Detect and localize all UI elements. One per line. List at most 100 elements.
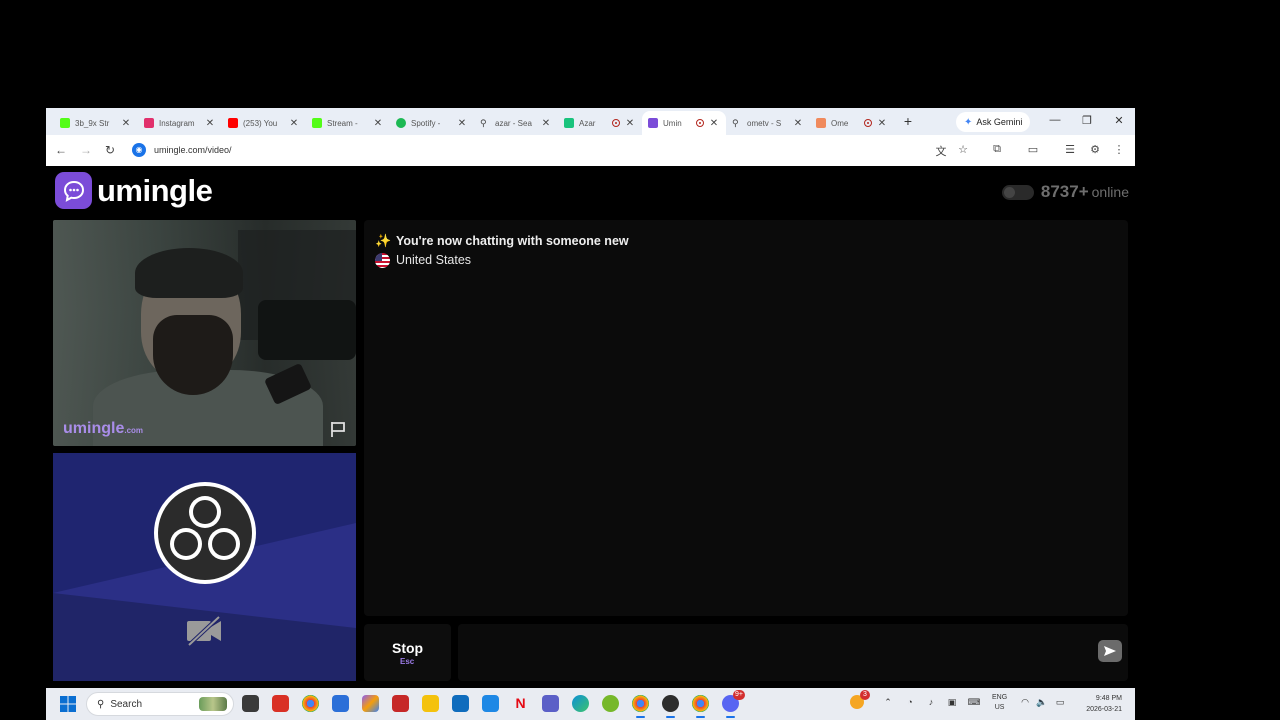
outlook-icon[interactable] bbox=[452, 695, 469, 712]
volume-icon[interactable]: 🔈 bbox=[1035, 697, 1049, 708]
teams-icon[interactable] bbox=[542, 695, 559, 712]
partner-country: United States bbox=[396, 253, 472, 267]
edge-icon[interactable] bbox=[572, 695, 589, 712]
close-icon[interactable]: ✕ bbox=[624, 118, 636, 129]
translate-icon[interactable]: 文 bbox=[934, 143, 948, 159]
gemini-sparkle-icon: ✦ bbox=[964, 116, 973, 128]
language-indicator[interactable]: ENG US bbox=[992, 693, 1007, 713]
address-bar[interactable]: ◉ umingle.com/video/ bbox=[128, 139, 928, 161]
new-tab-button[interactable]: + bbox=[900, 113, 916, 129]
microphone-icon[interactable]: ♪ bbox=[924, 697, 938, 707]
site-info-icon[interactable]: ◉ bbox=[132, 143, 146, 157]
utorrent-icon[interactable] bbox=[602, 695, 619, 712]
tab-8[interactable]: ⚲ ometv - S ✕ bbox=[726, 111, 810, 135]
camera-off-icon bbox=[187, 615, 221, 647]
tab-1[interactable]: Instagram ✕ bbox=[138, 111, 222, 135]
umingle-logo[interactable]: umingle bbox=[55, 172, 213, 209]
minimize-icon[interactable]: — bbox=[1048, 114, 1062, 126]
side-panel-icon[interactable]: ▭ bbox=[1026, 143, 1040, 156]
chrome-icon[interactable] bbox=[302, 695, 319, 712]
tab-0[interactable]: 3b_9x Str ✕ bbox=[54, 111, 138, 135]
close-icon[interactable]: ✕ bbox=[708, 118, 720, 129]
system-clock[interactable]: 9:48 PM 2026-03-21 bbox=[1076, 693, 1122, 715]
chat-panel: ✨ You're now chatting with someone new U… bbox=[364, 220, 1128, 616]
local-video bbox=[53, 453, 356, 681]
close-icon[interactable]: ✕ bbox=[204, 118, 216, 129]
red-app-icon[interactable] bbox=[272, 695, 289, 712]
report-flag-icon[interactable] bbox=[329, 420, 347, 438]
store-icon[interactable] bbox=[332, 695, 349, 712]
us-flag-icon bbox=[375, 253, 390, 268]
chat-message-input[interactable] bbox=[466, 632, 1086, 672]
l-app-icon[interactable] bbox=[392, 695, 409, 712]
close-icon[interactable]: ✕ bbox=[288, 118, 300, 129]
tab-title: Umin bbox=[663, 118, 682, 128]
tab-3[interactable]: Stream - ✕ bbox=[306, 111, 390, 135]
bookmark-star-icon[interactable]: ☆ bbox=[956, 143, 970, 156]
blue-app-icon[interactable] bbox=[482, 695, 499, 712]
discord-icon[interactable]: 9+ bbox=[722, 690, 745, 718]
search-icon: ⚲ bbox=[480, 118, 487, 128]
tab-title: Stream - bbox=[327, 118, 358, 128]
tray-device-icon[interactable]: ▣ bbox=[945, 697, 959, 708]
tab-title: (253) You bbox=[243, 118, 278, 128]
wifi-icon[interactable]: ◠ bbox=[1018, 697, 1032, 708]
windows-start-icon[interactable] bbox=[60, 696, 76, 712]
search-highlight-image bbox=[199, 697, 227, 711]
tab-title: Spotify - bbox=[411, 118, 441, 128]
video-person-cap bbox=[135, 248, 243, 298]
keyboard-icon[interactable]: ⌨ bbox=[967, 697, 981, 708]
chrome-profile-2-icon[interactable] bbox=[692, 695, 709, 718]
profile-avatar-icon[interactable]: ⚙ bbox=[1088, 143, 1102, 156]
close-icon[interactable]: ✕ bbox=[372, 118, 384, 129]
back-icon[interactable]: ← bbox=[54, 143, 68, 157]
send-button[interactable] bbox=[1098, 640, 1122, 662]
tab-5[interactable]: ⚲ azar - Sea ✕ bbox=[474, 111, 558, 135]
tab-9[interactable]: Ome ✕ bbox=[810, 111, 894, 135]
restore-icon[interactable]: ❐ bbox=[1080, 114, 1094, 127]
stop-label: Stop bbox=[392, 640, 424, 656]
chrome-profile-icon[interactable] bbox=[632, 695, 649, 718]
forward-icon[interactable]: → bbox=[79, 143, 93, 157]
sparkles-icon: ✨ bbox=[375, 233, 392, 248]
menu-kebab-icon[interactable]: ⋮ bbox=[1112, 143, 1126, 156]
tray-chevron-icon[interactable]: ⌃ bbox=[881, 697, 895, 708]
tab-6[interactable]: Azar ✕ bbox=[558, 111, 642, 135]
online-label: online bbox=[1091, 184, 1129, 200]
ask-gemini-button[interactable]: ✦ Ask Gemini bbox=[956, 112, 1031, 132]
tab-title: 3b_9x Str bbox=[75, 118, 110, 128]
taskbar-search[interactable]: ⚲ Search bbox=[86, 692, 234, 716]
tab-title: Ome bbox=[831, 118, 849, 128]
ometv-icon bbox=[816, 118, 826, 128]
reload-icon[interactable]: ↻ bbox=[103, 143, 117, 157]
recording-icon bbox=[696, 119, 704, 127]
battery-icon[interactable]: ▭ bbox=[1053, 697, 1067, 708]
online-counter: 8737+ online bbox=[1001, 182, 1129, 202]
umingle-page: umingle 8737+ online umingle.com ✨ You'r… bbox=[46, 166, 1135, 688]
tab-title: azar - Sea bbox=[495, 118, 532, 128]
close-icon[interactable]: ✕ bbox=[540, 118, 552, 129]
file-explorer-icon[interactable] bbox=[242, 695, 259, 712]
tab-2[interactable]: (253) You ✕ bbox=[222, 111, 306, 135]
folder-icon[interactable] bbox=[422, 695, 439, 712]
ask-gemini-label: Ask Gemini bbox=[976, 117, 1023, 127]
stop-button[interactable]: Stop Esc bbox=[364, 624, 451, 681]
clock-time: 9:48 PM bbox=[1095, 695, 1122, 702]
close-icon[interactable]: ✕ bbox=[792, 118, 804, 129]
tab-4[interactable]: Spotify - ✕ bbox=[390, 111, 474, 135]
url-text: umingle.com/video/ bbox=[154, 145, 232, 155]
obs-icon[interactable] bbox=[662, 695, 679, 718]
tab-7-active[interactable]: Umin ✕ bbox=[642, 111, 726, 135]
weather-icon[interactable]: 3 bbox=[850, 690, 870, 709]
copilot-icon[interactable] bbox=[362, 695, 379, 712]
netflix-icon[interactable]: N bbox=[512, 695, 529, 712]
browser-window: 3b_9x Str ✕ Instagram ✕ (253) You ✕ Stre… bbox=[46, 108, 1135, 688]
close-icon[interactable]: ✕ bbox=[120, 118, 132, 129]
close-icon[interactable]: ✕ bbox=[456, 118, 468, 129]
tray-app-icon[interactable]: ◔ bbox=[903, 697, 917, 707]
extensions-icon[interactable]: ⧉ bbox=[990, 143, 1004, 156]
close-window-icon[interactable]: ✕ bbox=[1112, 114, 1126, 127]
online-toggle[interactable] bbox=[1001, 184, 1034, 200]
close-icon[interactable]: ✕ bbox=[876, 118, 888, 129]
media-controls-icon[interactable]: ☰ bbox=[1063, 143, 1077, 156]
